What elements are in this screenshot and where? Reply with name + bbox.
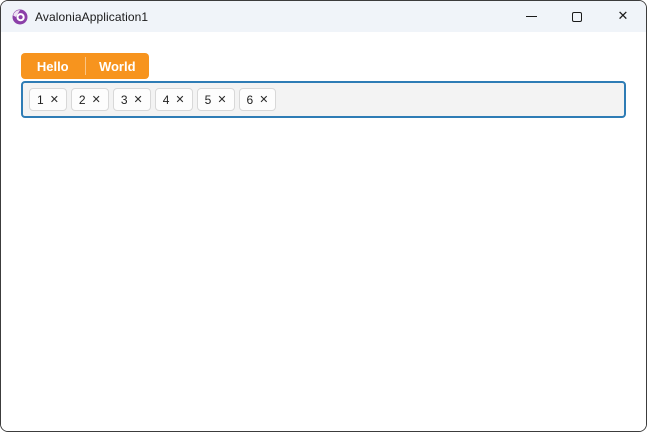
chip-remove-icon[interactable]: ✕: [134, 94, 143, 105]
chip[interactable]: 2 ✕: [70, 88, 109, 111]
minimize-button[interactable]: [508, 1, 554, 32]
maximize-button[interactable]: [554, 1, 600, 32]
chip-label: 3: [120, 92, 128, 107]
minimize-icon: [525, 16, 537, 17]
chip[interactable]: 4 ✕: [154, 88, 193, 111]
chip-label: 4: [162, 92, 170, 107]
chip-label: 1: [37, 92, 44, 107]
world-button[interactable]: World: [86, 53, 150, 79]
close-button[interactable]: ✕: [600, 1, 646, 32]
chip-label: 2: [78, 92, 86, 107]
tag-input-box[interactable]: 1 ✕ 2 ✕ 3 ✕ 4 ✕ 5 ✕ 6 ✕: [21, 81, 626, 118]
maximize-icon: [572, 11, 582, 22]
hello-world-split-button: Hello World: [21, 53, 149, 79]
chip-remove-icon[interactable]: ✕: [50, 94, 59, 105]
caption-buttons: ✕: [508, 1, 646, 32]
chip[interactable]: 5 ✕: [196, 88, 235, 111]
app-window: AvaloniaApplication1 ✕ Hello World 1 ✕ 2 ✕ 3…: [0, 0, 647, 432]
close-icon: ✕: [617, 9, 629, 24]
chip[interactable]: 6 ✕: [238, 88, 277, 111]
chip-remove-icon[interactable]: ✕: [175, 94, 184, 105]
chip-remove-icon[interactable]: ✕: [217, 94, 226, 105]
window-title: AvaloniaApplication1: [35, 9, 149, 24]
chip-label: 5: [204, 92, 212, 107]
chip-remove-icon[interactable]: ✕: [92, 94, 101, 105]
chip[interactable]: 3 ✕: [112, 88, 151, 111]
titlebar[interactable]: AvaloniaApplication1 ✕: [1, 1, 646, 32]
chip[interactable]: 1 ✕: [29, 88, 67, 111]
chip-label: 6: [246, 92, 254, 107]
hello-button[interactable]: Hello: [21, 53, 85, 79]
chip-remove-icon[interactable]: ✕: [259, 94, 268, 105]
window-content: Hello World 1 ✕ 2 ✕ 3 ✕ 4 ✕ 5 ✕ 6 ✕: [1, 32, 646, 431]
avalonia-logo-icon: [12, 9, 28, 25]
